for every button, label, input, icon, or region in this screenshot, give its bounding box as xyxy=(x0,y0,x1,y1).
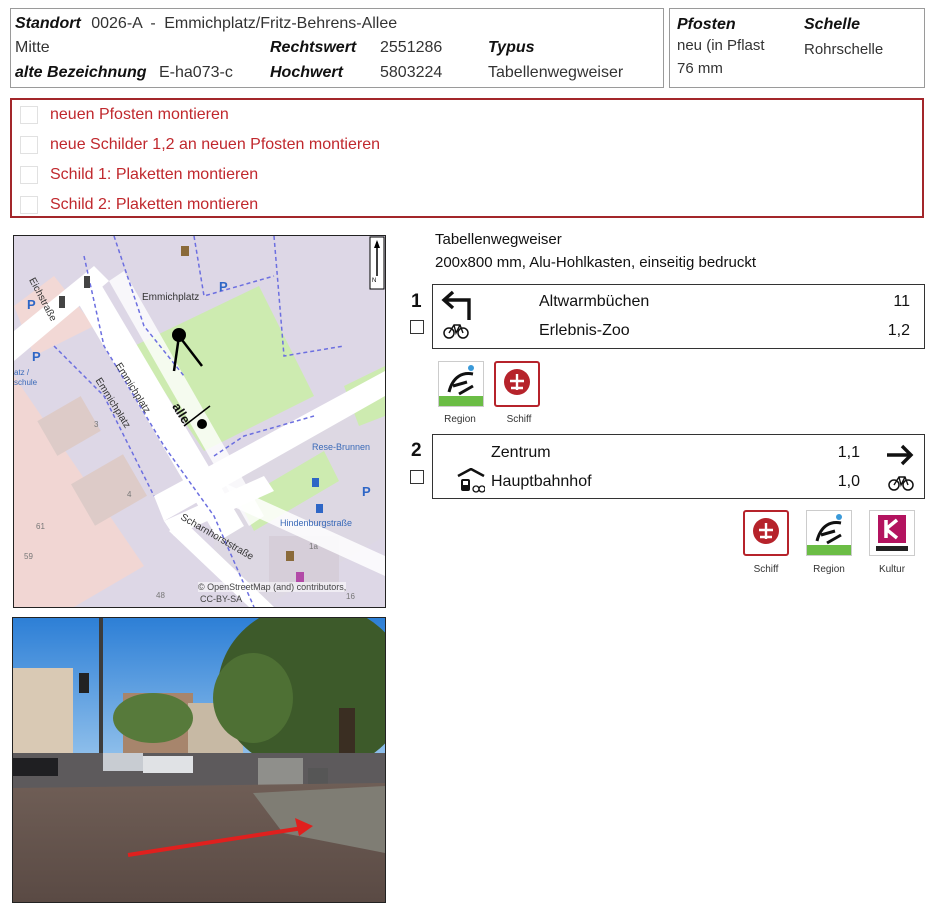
sign-2-checkbox[interactable] xyxy=(410,470,424,484)
map-label-rese-brunnen: Rese-Brunnen xyxy=(312,442,371,452)
map-house-number: 48 xyxy=(156,591,165,600)
map-graphic: P P P P xyxy=(14,236,385,607)
train-bike-icon xyxy=(457,468,485,493)
sign-1-panel: Altwarmbüchen 11 Erlebnis-Zoo 1,2 xyxy=(432,284,925,349)
hochwert-label: Hochwert xyxy=(270,64,343,81)
sign-1-number: 1 xyxy=(411,291,422,312)
standort-name: Emmichplatz/Fritz-Behrens-Allee xyxy=(164,15,398,32)
sign-1-distance: 11 xyxy=(893,293,910,310)
pfosten-diameter: 76 mm xyxy=(677,60,723,77)
rechtswert-label: Rechtswert xyxy=(270,39,357,56)
task-item[interactable]: neue Schilder 1,2 an neuen Pfosten monti… xyxy=(20,134,380,156)
task-label: Schild 1: Plaketten montieren xyxy=(50,166,259,183)
sign-1-destination: Erlebnis-Zoo xyxy=(539,322,630,339)
schiff-plaque-icon xyxy=(494,361,540,407)
sign-2-destination: Zentrum xyxy=(491,444,551,461)
sign-spec: 200x800 mm, Alu-Hohlkasten, einseitig be… xyxy=(435,254,757,271)
region-plaque-icon xyxy=(438,361,484,407)
standort-id: 0026-A xyxy=(91,15,142,32)
task-checkbox[interactable] xyxy=(20,106,38,124)
plaque-caption: Kultur xyxy=(878,564,906,575)
map-house-number: 61 xyxy=(36,522,45,531)
bicycle-icon xyxy=(443,324,469,339)
plaque-caption: Region xyxy=(813,564,845,575)
region-plaque-icon xyxy=(806,510,852,556)
map-house-number: 1a xyxy=(309,542,318,551)
plaque-caption: Schiff xyxy=(506,414,532,425)
arrow-right-icon xyxy=(887,444,914,466)
alte-bezeichnung-label: alte Bezeichnung xyxy=(15,64,147,81)
sign-2-destination: Hauptbahnhof xyxy=(491,473,592,490)
task-list: neuen Pfosten montieren neue Schilder 1,… xyxy=(10,98,924,218)
map-label-schule: atz / schule xyxy=(14,368,38,387)
rechtswert-value: 2551286 xyxy=(380,39,443,56)
map-label-hindenburgstrasse: Hindenburgstraße xyxy=(280,518,353,528)
pfosten-label: Pfosten xyxy=(677,16,736,33)
sign-type-title: Tabellenwegweiser xyxy=(435,231,562,248)
svg-text:P: P xyxy=(362,484,371,499)
plaque-caption: Region xyxy=(444,414,476,425)
sign-1-distance: 1,2 xyxy=(887,322,910,339)
svg-text:P: P xyxy=(27,297,36,312)
standort-line: Standort 0026-A - Emmichplatz/Fritz-Behr… xyxy=(15,15,397,33)
typus-label: Typus xyxy=(488,39,535,56)
task-label: Schild 2: Plaketten montieren xyxy=(50,196,259,213)
map-label-emmichplatz: Emmichplatz xyxy=(142,292,200,303)
svg-text:P: P xyxy=(219,279,228,294)
task-label: neue Schilder 1,2 an neuen Pfosten monti… xyxy=(50,136,381,153)
standort-separator: - xyxy=(150,15,156,32)
sign-2-distance: 1,1 xyxy=(837,444,860,461)
map-house-number: 3 xyxy=(94,420,99,429)
map-house-number: 16 xyxy=(346,592,355,601)
task-checkbox[interactable] xyxy=(20,196,38,214)
svg-text:P: P xyxy=(32,349,41,364)
hochwert-value: 5803224 xyxy=(380,64,443,81)
sign-2-panel: Zentrum 1,1 Hauptbahnhof 1,0 xyxy=(432,434,925,499)
location-header: Standort 0026-A - Emmichplatz/Fritz-Behr… xyxy=(10,8,664,88)
north-arrow-label: N xyxy=(372,278,377,284)
task-item[interactable]: neuen Pfosten montieren xyxy=(20,104,229,126)
kultur-plaque-icon xyxy=(869,510,915,556)
standort-label: Standort xyxy=(15,15,81,32)
typus-value: Tabellenwegweiser xyxy=(488,64,624,81)
map-attribution: © OpenStreetMap (and) contributors, xyxy=(198,582,347,592)
alte-bezeichnung-value: E-ha073-c xyxy=(159,64,233,81)
task-item[interactable]: Schild 2: Plaketten montieren xyxy=(20,194,258,216)
post-header: Pfosten neu (in Pflast 76 mm Schelle Roh… xyxy=(669,8,925,88)
task-label: neuen Pfosten montieren xyxy=(50,106,229,123)
sign-2-number: 2 xyxy=(411,440,422,461)
pfosten-value: neu (in Pflast xyxy=(677,37,765,54)
task-checkbox[interactable] xyxy=(20,136,38,154)
sign-1-destination: Altwarmbüchen xyxy=(539,293,650,310)
schiff-plaque-icon xyxy=(743,510,789,556)
map-license: CC-BY-SA xyxy=(200,594,243,604)
map-house-number: 4 xyxy=(127,490,132,499)
photo-graphic xyxy=(13,618,385,902)
sign-1-checkbox[interactable] xyxy=(410,320,424,334)
district: Mitte xyxy=(15,39,50,56)
map-house-number: 59 xyxy=(24,552,33,561)
bicycle-icon xyxy=(888,476,914,491)
site-photo xyxy=(12,617,386,903)
location-map: P P P P Eichstraße Emmichplatz Emmichpla… xyxy=(13,235,386,608)
sign-2-distance: 1,0 xyxy=(837,473,860,490)
plaque-caption: Schiff xyxy=(753,564,779,575)
schelle-label: Schelle xyxy=(804,16,861,33)
task-checkbox[interactable] xyxy=(20,166,38,184)
schelle-value: Rohrschelle xyxy=(804,41,884,58)
task-item[interactable]: Schild 1: Plaketten montieren xyxy=(20,164,258,186)
arrow-left-turn-icon xyxy=(441,290,471,320)
